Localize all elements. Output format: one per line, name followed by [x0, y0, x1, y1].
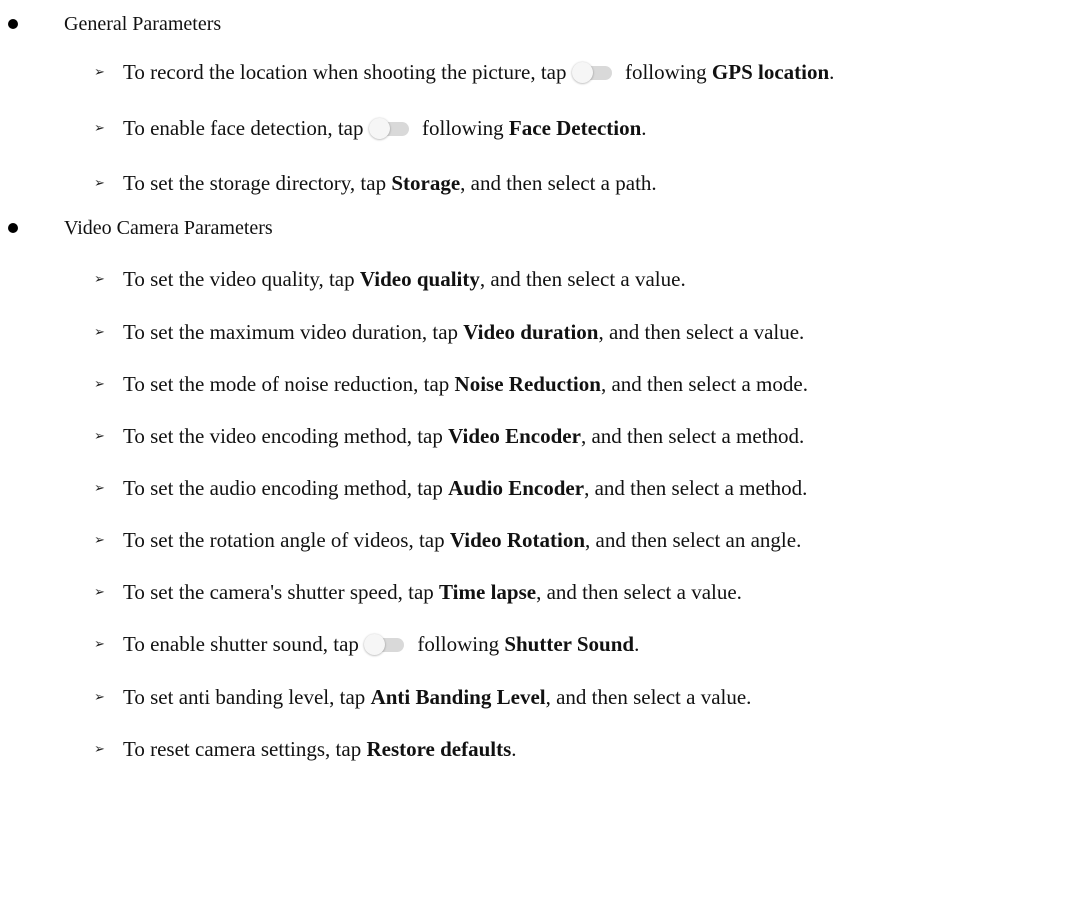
toggle-switch-icon[interactable] — [571, 62, 614, 83]
item-text-pre: To set the maximum video duration, tap — [123, 319, 464, 344]
item-text: To set the audio encoding method, tap Au… — [123, 476, 807, 501]
item-text-bold: Restore defaults — [366, 736, 512, 761]
toggle-switch-icon[interactable] — [364, 634, 406, 655]
item-text-pre: To set the video quality, tap — [123, 266, 360, 291]
item-text: To record the location when shooting the… — [123, 60, 834, 85]
item-text-pre: To set the audio encoding method, tap — [123, 475, 449, 500]
item-text-bold: GPS location — [711, 59, 830, 84]
item-text-bold: Storage — [391, 170, 461, 195]
item-text-post: , and then select a value. — [536, 579, 742, 604]
arrow-bullet-icon: ➢ — [94, 584, 105, 600]
item-text-post: . — [634, 631, 640, 656]
bullet-dot-icon — [8, 19, 18, 29]
item-text: To set anti banding level, tap Anti Band… — [123, 685, 751, 710]
item-text-post: , and then select a method. — [584, 475, 808, 500]
item-text-post: . — [511, 736, 517, 761]
arrow-bullet-icon: ➢ — [94, 271, 105, 287]
section-title: General Parameters — [64, 12, 222, 35]
item-text-pre: To record the location when shooting the… — [123, 59, 572, 84]
arrow-bullet-icon: ➢ — [94, 532, 105, 548]
item-text-bold: Video duration — [463, 319, 599, 344]
item-text: To set the mode of noise reduction, tap … — [123, 372, 808, 397]
arrow-bullet-icon: ➢ — [94, 376, 105, 392]
item-text: To set the rotation angle of videos, tap… — [123, 528, 801, 553]
item-text-post: , and then select a value. — [479, 266, 686, 291]
item-text: To set the camera's shutter speed, tap T… — [123, 580, 742, 605]
item-text-post: , and then select a mode. — [600, 371, 808, 396]
item-text-post: , and then select a value. — [545, 684, 752, 709]
item-text-pre: To set anti banding level, tap — [123, 684, 371, 709]
item-text-mid: following — [619, 59, 712, 84]
toggle-switch-icon[interactable] — [368, 118, 411, 139]
item-text-post: . — [829, 59, 835, 84]
item-text-bold: Time lapse — [439, 579, 537, 604]
arrow-bullet-icon: ➢ — [94, 120, 105, 136]
item-text-post: , and then select a value. — [598, 319, 805, 344]
item-text-pre: To set the mode of noise reduction, tap — [123, 371, 455, 396]
item-text: To enable shutter sound, tap following S… — [123, 632, 639, 657]
item-text-mid: following — [416, 115, 509, 140]
item-text-bold: Noise Reduction — [454, 371, 601, 396]
item-text-pre: To set the rotation angle of videos, tap — [123, 527, 450, 552]
item-text-pre: To enable shutter sound, tap — [123, 631, 365, 656]
item-text-bold: Shutter Sound — [504, 631, 635, 656]
arrow-bullet-icon: ➢ — [94, 428, 105, 444]
item-text: To reset camera settings, tap Restore de… — [123, 737, 517, 762]
item-text-bold: Video quality — [359, 266, 480, 291]
arrow-bullet-icon: ➢ — [94, 64, 105, 80]
arrow-bullet-icon: ➢ — [94, 324, 105, 340]
item-text: To enable face detection, tap following … — [123, 116, 647, 141]
item-text-post: , and then select a method. — [580, 423, 805, 448]
section-title: Video Camera Parameters — [64, 216, 273, 239]
item-text-pre: To set the camera's shutter speed, tap — [123, 579, 440, 604]
item-text-pre: To enable face detection, tap — [123, 115, 369, 140]
item-text-bold: Face Detection — [508, 115, 642, 140]
arrow-bullet-icon: ➢ — [94, 480, 105, 496]
item-text-bold: Audio Encoder — [448, 475, 585, 500]
item-text-post: . — [641, 115, 647, 140]
item-text-pre: To set the video encoding method, tap — [123, 423, 449, 448]
item-text-mid: following — [412, 631, 505, 656]
item-text: To set the storage directory, tap Storag… — [123, 171, 657, 196]
document-page: General Parameters ➢ To record the locat… — [0, 0, 1082, 903]
item-text: To set the video encoding method, tap Vi… — [123, 424, 804, 449]
arrow-bullet-icon: ➢ — [94, 636, 105, 652]
arrow-bullet-icon: ➢ — [94, 689, 105, 705]
item-text-bold: Anti Banding Level — [370, 684, 546, 709]
arrow-bullet-icon: ➢ — [94, 741, 105, 757]
arrow-bullet-icon: ➢ — [94, 175, 105, 191]
item-text-post: , and then select a path. — [460, 170, 657, 195]
item-text-pre: To set the storage directory, tap — [123, 170, 392, 195]
item-text: To set the video quality, tap Video qual… — [123, 267, 686, 292]
item-text-post: , and then select an angle. — [585, 527, 802, 552]
item-text-bold: Video Encoder — [448, 423, 581, 448]
bullet-dot-icon — [8, 223, 18, 233]
item-text: To set the maximum video duration, tap V… — [123, 320, 804, 345]
item-text-pre: To reset camera settings, tap — [123, 736, 367, 761]
item-text-bold: Video Rotation — [449, 527, 586, 552]
